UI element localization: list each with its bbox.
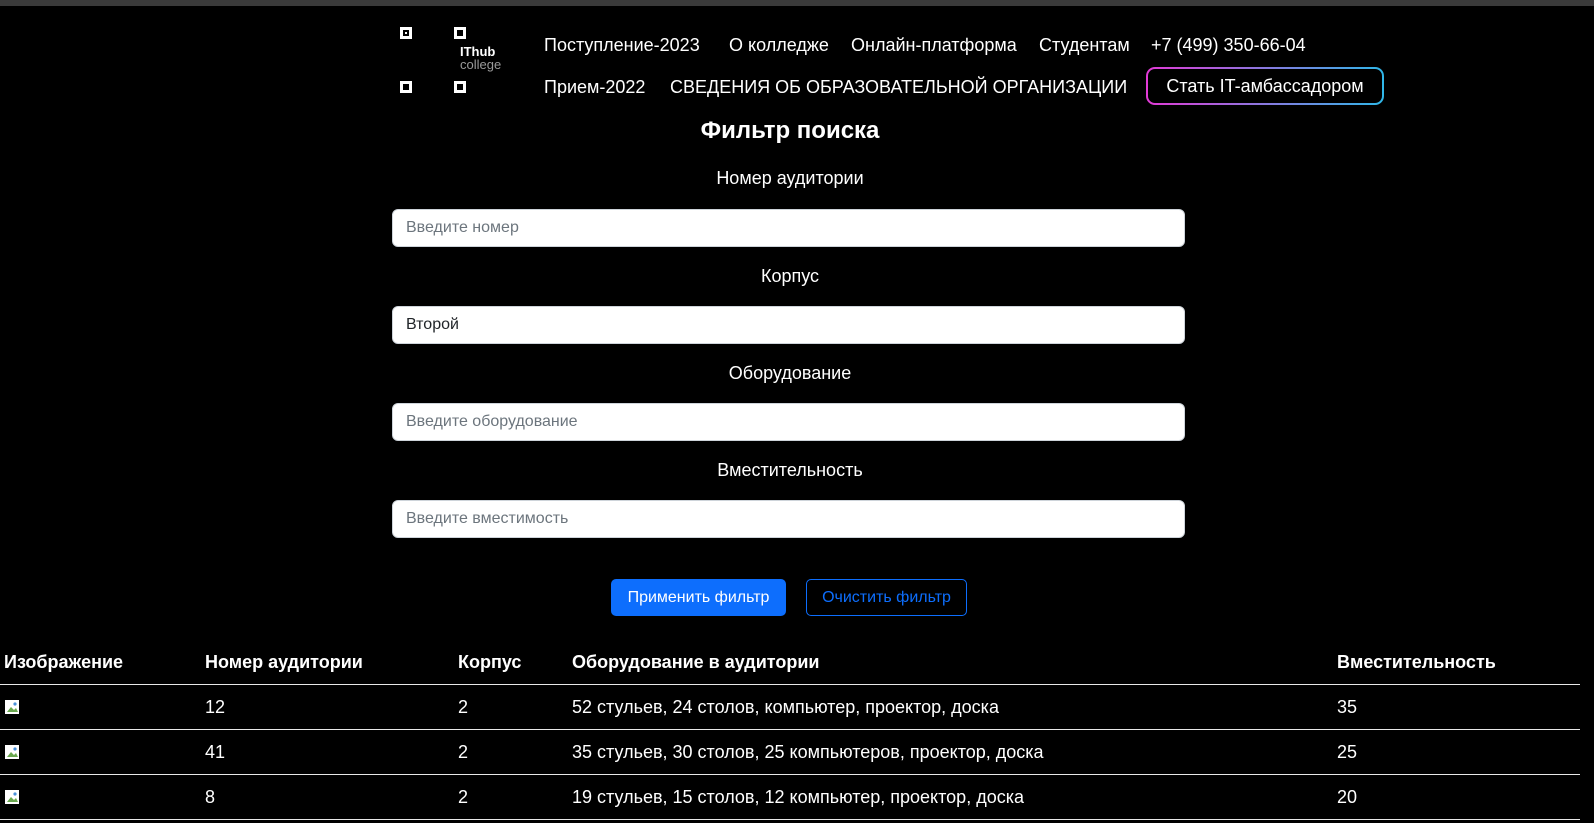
header-capacity: Вместительность (1337, 652, 1496, 672)
equipment-cell: 35 стульев, 30 столов, 25 компьютеров, п… (572, 742, 1044, 762)
become-ambassador-button[interactable]: Стать IT-амбассадором (1146, 67, 1384, 105)
header-image: Изображение (4, 652, 124, 672)
broken-image-icon (5, 790, 19, 804)
nav-online-platform[interactable]: Онлайн-платформа (851, 35, 1017, 56)
capacity-label: Вместительность (717, 460, 863, 480)
capacity-cell: 25 (1337, 742, 1358, 762)
equipment-cell: 52 стульев, 24 столов, компьютер, проект… (572, 697, 999, 717)
browser-top-strip (0, 0, 1594, 6)
building-cell: 2 (458, 787, 469, 807)
clear-filter-button[interactable]: Очистить фильтр (806, 579, 967, 616)
room-number-input[interactable] (392, 209, 1185, 247)
filter-title: Фильтр поиска (700, 117, 880, 144)
nav-about-college[interactable]: О колледже (729, 35, 829, 56)
room-number-label: Номер аудитории (716, 168, 864, 188)
nav-org-info[interactable]: СВЕДЕНИЯ ОБ ОБРАЗОВАТЕЛЬНОЙ ОРГАНИЗАЦИИ (670, 77, 1127, 98)
capacity-cell: 20 (1337, 787, 1358, 807)
building-cell: 2 (458, 697, 469, 717)
logo-square-icon (400, 81, 412, 93)
equipment-cell: 19 стульев, 15 столов, 12 компьютер, про… (572, 787, 1024, 807)
logo-square-icon (400, 27, 412, 39)
nav-phone[interactable]: +7 (499) 350-66-04 (1151, 35, 1306, 56)
header-room-number: Номер аудитории (205, 652, 363, 672)
equipment-input[interactable] (392, 403, 1185, 441)
building-label: Корпус (760, 266, 820, 286)
table-header-row: Изображение Номер аудитории Корпус Обору… (0, 640, 1580, 685)
header-building: Корпус (458, 652, 522, 672)
nav-admission-2023[interactable]: Поступление-2023 (544, 35, 700, 56)
building-cell: 2 (458, 742, 469, 762)
broken-image-icon (5, 745, 19, 759)
table-row: 8 2 19 стульев, 15 столов, 12 компьютер,… (0, 775, 1580, 820)
header-equipment: Оборудование в аудитории (572, 652, 820, 672)
apply-filter-button[interactable]: Применить фильтр (611, 579, 786, 616)
nav-students[interactable]: Студентам (1039, 35, 1130, 56)
room-number-cell: 12 (205, 697, 226, 717)
broken-image-icon (5, 700, 19, 714)
table-row: 41 2 35 стульев, 30 столов, 25 компьютер… (0, 730, 1580, 775)
room-number-cell: 41 (205, 742, 226, 762)
table-row: 12 2 52 стульев, 24 столов, компьютер, п… (0, 685, 1580, 730)
capacity-input[interactable] (392, 500, 1185, 538)
equipment-label: Оборудование (728, 363, 852, 383)
scrollbar[interactable] (1580, 6, 1594, 823)
building-input[interactable] (392, 306, 1185, 344)
logo-square-icon (454, 81, 466, 93)
room-number-cell: 8 (205, 787, 216, 807)
capacity-cell: 35 (1337, 697, 1358, 717)
ithub-logo[interactable]: IThub college (400, 22, 520, 102)
rooms-table: Изображение Номер аудитории Корпус Обору… (0, 640, 1580, 820)
nav-admission-2022[interactable]: Прием-2022 (544, 77, 645, 98)
logo-square-icon (454, 27, 466, 39)
logo-brand-subtext: college (460, 57, 502, 72)
